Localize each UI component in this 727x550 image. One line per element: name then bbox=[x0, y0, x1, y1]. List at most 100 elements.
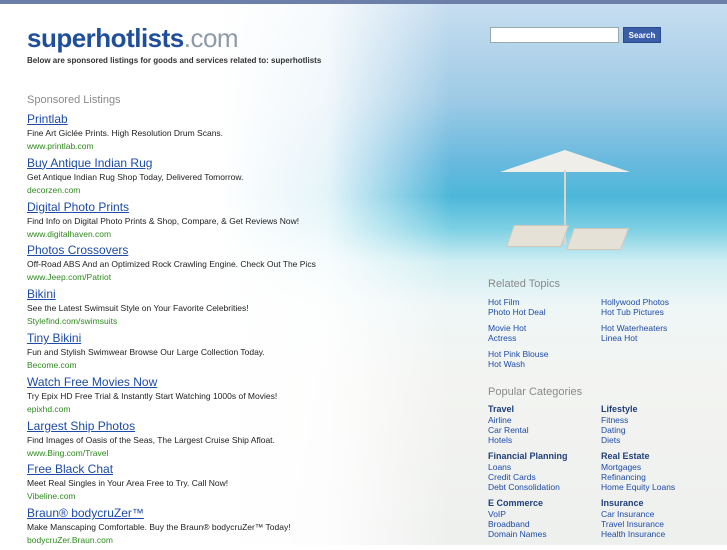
listing-title-link[interactable]: Watch Free Movies Now bbox=[27, 375, 367, 390]
related-topic-link[interactable]: Hot Wash bbox=[488, 359, 598, 369]
sponsored-listing: Tiny Bikini Fun and Stylish Swimwear Brow… bbox=[27, 331, 367, 375]
listing-description: Meet Real Singles in Your Area Free to T… bbox=[27, 478, 229, 489]
logo-tld: .com bbox=[183, 23, 239, 53]
listing-title-link[interactable]: Buy Antique Indian Rug bbox=[27, 156, 367, 171]
category-group: Travel Airline Car Rental Hotels bbox=[488, 404, 598, 445]
sponsored-listing: Printlab Fine Art Giclée Prints. High Res… bbox=[27, 112, 367, 156]
listing-title-link[interactable]: Free Black Chat bbox=[27, 462, 367, 477]
lounge-chair bbox=[565, 228, 630, 250]
related-topic-group: Hot Film Photo Hot Deal bbox=[488, 297, 598, 317]
related-topic-group: Movie Hot Actress bbox=[488, 323, 598, 343]
popular-categories-heading: Popular Categories bbox=[488, 386, 583, 398]
category-group: Insurance Car Insurance Travel Insurance He… bbox=[601, 498, 721, 539]
category-group: Financial Planning Loans Credit Cards Debt … bbox=[488, 451, 598, 492]
logo-name: superhotlists bbox=[27, 23, 184, 53]
search-button[interactable]: Search bbox=[623, 27, 661, 43]
category-link[interactable]: Health Insurance bbox=[601, 529, 721, 539]
listing-url-link[interactable]: decorzen.com bbox=[27, 184, 367, 196]
category-title-link[interactable]: E Commerce bbox=[488, 498, 598, 509]
lounge-chair bbox=[505, 225, 570, 247]
listing-url-link[interactable]: www.printlab.com bbox=[27, 140, 367, 152]
related-topic-link[interactable]: Movie Hot bbox=[488, 323, 598, 333]
category-title-link[interactable]: Financial Planning bbox=[488, 451, 598, 462]
category-link[interactable]: VoIP bbox=[488, 509, 598, 519]
related-topic-link[interactable]: Actress bbox=[488, 333, 598, 343]
sponsored-listing: Photos Crossovers Off-Road ABS And an Opt… bbox=[27, 243, 367, 287]
category-link[interactable]: Car Insurance bbox=[601, 509, 721, 519]
listing-description: Make Manscaping Comfortable. Buy the Bra… bbox=[27, 522, 291, 533]
related-topic-link[interactable]: Hollywood Photos bbox=[601, 297, 721, 307]
sponsored-listing: Watch Free Movies Now Try Epix HD Free Tr… bbox=[27, 375, 367, 419]
category-link[interactable]: Credit Cards bbox=[488, 472, 598, 482]
category-link[interactable]: Hotels bbox=[488, 435, 598, 445]
related-topic-link[interactable]: Hot Pink Blouse bbox=[488, 349, 598, 359]
listing-url-link[interactable]: Become.com bbox=[27, 359, 367, 371]
category-link[interactable]: Broadband bbox=[488, 519, 598, 529]
category-link[interactable]: Domain Names bbox=[488, 529, 598, 539]
category-title-link[interactable]: Travel bbox=[488, 404, 598, 415]
related-topics-right: Hollywood Photos Hot Tub Pictures Hot Wate… bbox=[601, 297, 721, 349]
related-topic-link[interactable]: Photo Hot Deal bbox=[488, 307, 598, 317]
listing-description: Try Epix HD Free Trial & Instantly Start… bbox=[27, 390, 278, 401]
category-title-link[interactable]: Insurance bbox=[601, 498, 721, 509]
related-topic-group: Hot Pink Blouse Hot Wash bbox=[488, 349, 598, 369]
listing-url-link[interactable]: Vibeline.com bbox=[27, 490, 367, 502]
listing-url-link[interactable]: www.digitalhaven.com bbox=[27, 228, 367, 240]
related-topic-link[interactable]: Hot Tub Pictures bbox=[601, 307, 721, 317]
listing-title-link[interactable]: Tiny Bikini bbox=[27, 331, 367, 346]
tagline: Below are sponsored listings for goods a… bbox=[27, 56, 322, 65]
sponsored-listings-heading: Sponsored Listings bbox=[27, 94, 121, 106]
category-link[interactable]: Fitness bbox=[601, 415, 721, 425]
related-topics-heading: Related Topics bbox=[488, 278, 560, 290]
popular-categories-left: Travel Airline Car Rental Hotels Financial P… bbox=[488, 404, 598, 545]
category-title-link[interactable]: Real Estate bbox=[601, 451, 721, 462]
related-topic-group: Hot Waterheaters Linea Hot bbox=[601, 323, 721, 343]
sponsored-listing: Bikini See the Latest Swimsuit Style on Y… bbox=[27, 287, 367, 331]
sponsored-listings: Printlab Fine Art Giclée Prints. High Res… bbox=[27, 112, 367, 550]
sponsored-listing: Buy Antique Indian Rug Get Antique Indian… bbox=[27, 156, 367, 200]
top-bar bbox=[0, 0, 727, 4]
category-link[interactable]: Car Rental bbox=[488, 425, 598, 435]
related-topic-link[interactable]: Hot Film bbox=[488, 297, 598, 307]
sponsored-listing: Digital Photo Prints Find Info on Digital… bbox=[27, 200, 367, 244]
category-link[interactable]: Airline bbox=[488, 415, 598, 425]
listing-title-link[interactable]: Photos Crossovers bbox=[27, 243, 367, 258]
category-link[interactable]: Refinancing bbox=[601, 472, 721, 482]
sponsored-listing: Free Black Chat Meet Real Singles in Your… bbox=[27, 462, 367, 506]
category-link[interactable]: Travel Insurance bbox=[601, 519, 721, 529]
category-link[interactable]: Mortgages bbox=[601, 462, 721, 472]
category-link[interactable]: Diets bbox=[601, 435, 721, 445]
listing-url-link[interactable]: www.Bing.com/Travel bbox=[27, 447, 367, 459]
listing-url-link[interactable]: epixhd.com bbox=[27, 403, 367, 415]
listing-title-link[interactable]: Digital Photo Prints bbox=[27, 200, 367, 215]
listing-description: Fun and Stylish Swimwear Browse Our Larg… bbox=[27, 346, 265, 357]
listing-description: Find Info on Digital Photo Prints & Shop… bbox=[27, 215, 300, 226]
category-group: Real Estate Mortgages Refinancing Home Equi… bbox=[601, 451, 721, 492]
listing-description: See the Latest Swimsuit Style on Your Fa… bbox=[27, 303, 249, 314]
related-topic-link[interactable]: Linea Hot bbox=[601, 333, 721, 343]
listing-description: Find Images of Oasis of the Seas, The La… bbox=[27, 434, 275, 445]
category-link[interactable]: Loans bbox=[488, 462, 598, 472]
site-logo[interactable]: superhotlists.com bbox=[27, 23, 239, 54]
popular-categories-right: Lifestyle Fitness Dating Diets Real Estate Mo… bbox=[601, 404, 721, 545]
listing-title-link[interactable]: Largest Ship Photos bbox=[27, 419, 367, 434]
listing-description: Fine Art Giclée Prints. High Resolution … bbox=[27, 128, 224, 138]
category-link[interactable]: Home Equity Loans bbox=[601, 482, 721, 492]
listing-description: Get Antique Indian Rug Shop Today, Deliv… bbox=[27, 171, 244, 182]
beach-umbrella-illustration bbox=[490, 150, 660, 260]
listing-title-link[interactable]: Braun® bodycruZer™ bbox=[27, 506, 367, 521]
category-link[interactable]: Dating bbox=[601, 425, 721, 435]
listing-url-link[interactable]: bodycruZer.Braun.com bbox=[27, 534, 367, 546]
listing-title-link[interactable]: Bikini bbox=[27, 287, 367, 302]
related-topics-left: Hot Film Photo Hot Deal Movie Hot Actress Ho… bbox=[488, 297, 598, 375]
listing-url-link[interactable]: www.Jeep.com/Patriot bbox=[27, 271, 367, 283]
listing-url-link[interactable]: Stylefind.com/swimsuits bbox=[27, 315, 367, 327]
search-input[interactable] bbox=[490, 27, 619, 43]
category-title-link[interactable]: Lifestyle bbox=[601, 404, 721, 415]
sponsored-listing: Largest Ship Photos Find Images of Oasis … bbox=[27, 419, 367, 463]
related-topic-link[interactable]: Hot Waterheaters bbox=[601, 323, 721, 333]
category-link[interactable]: Debt Consolidation bbox=[488, 482, 598, 492]
listing-title-link[interactable]: Printlab bbox=[27, 112, 367, 127]
umbrella-canopy bbox=[500, 150, 630, 172]
category-group: Lifestyle Fitness Dating Diets bbox=[601, 404, 721, 445]
